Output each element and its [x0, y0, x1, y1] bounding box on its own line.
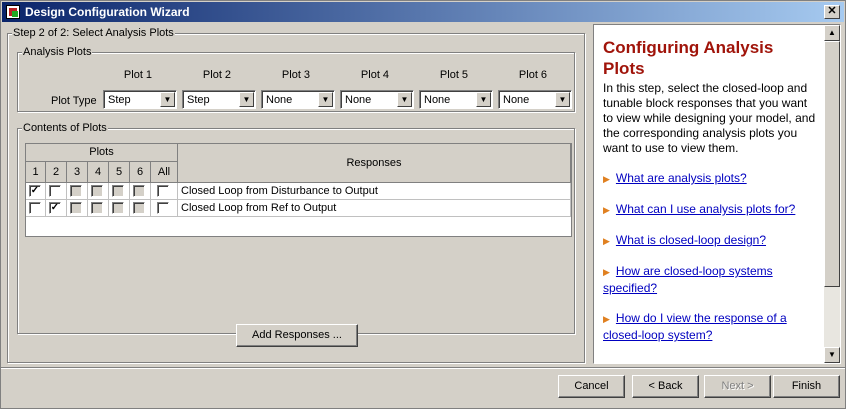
triangle-right-icon: ▶ — [603, 267, 610, 277]
help-link-analysis-plots-uses[interactable]: ▶ What can I use analysis plots for? — [603, 201, 818, 218]
app-icon — [6, 5, 20, 19]
finish-button[interactable]: Finish — [773, 375, 840, 398]
responses-column-header[interactable]: Responses — [178, 144, 571, 183]
wizard-window: Design Configuration Wizard ✕ Step 2 of … — [0, 0, 846, 409]
back-button[interactable]: < Back — [632, 375, 699, 398]
plot-type-select-6[interactable]: None ▼ — [498, 90, 572, 109]
plot-type-value-2: Step — [187, 94, 210, 106]
row-1-all-checkbox[interactable] — [157, 185, 169, 197]
scroll-down-icon[interactable]: ▼ — [824, 347, 840, 363]
row-2-response[interactable]: Closed Loop from Ref to Output — [181, 202, 336, 214]
row-1-plot-1-checkbox[interactable]: ✓ — [29, 185, 41, 197]
contents-of-plots-title: Contents of Plots — [22, 122, 108, 134]
help-link-closed-loop-specified[interactable]: ▶ How are closed-loop systems specified? — [603, 263, 818, 296]
row-2-plot-5-checkbox — [112, 202, 124, 214]
step-title: Step 2 of 2: Select Analysis Plots — [12, 27, 175, 39]
help-content: Configuring Analysis Plots In this step,… — [603, 37, 818, 343]
plot-header-2: Plot 2 — [202, 69, 232, 81]
chevron-down-icon[interactable]: ▼ — [160, 92, 175, 107]
triangle-right-icon: ▶ — [603, 236, 610, 246]
plot-type-value-1: Step — [108, 94, 131, 106]
row-2-plot-4-checkbox — [91, 202, 103, 214]
add-responses-button[interactable]: Add Responses ... — [236, 324, 358, 347]
plot-type-label: Plot Type — [51, 95, 97, 107]
help-title: Configuring Analysis Plots — [603, 38, 774, 78]
chevron-down-icon[interactable]: ▼ — [239, 92, 254, 107]
row-2-plot-3-checkbox — [70, 202, 82, 214]
plot-type-select-2[interactable]: Step ▼ — [182, 90, 256, 109]
plot-header-6: Plot 6 — [518, 69, 548, 81]
column-header-plot-4[interactable]: 4 — [88, 162, 109, 183]
chevron-down-icon[interactable]: ▼ — [476, 92, 491, 107]
help-scrollbar[interactable]: ▲ ▼ — [824, 25, 840, 363]
window-title: Design Configuration Wizard — [25, 5, 190, 19]
responses-table: Plots Responses 1 2 3 4 5 6 All ✓ Closed… — [25, 143, 572, 237]
column-header-plot-1[interactable]: 1 — [26, 162, 46, 183]
triangle-right-icon: ▶ — [603, 174, 610, 184]
column-header-all[interactable]: All — [151, 162, 178, 183]
row-1-plot-6-checkbox — [133, 185, 145, 197]
row-2-plot-6-checkbox — [133, 202, 145, 214]
plot-header-4: Plot 4 — [360, 69, 390, 81]
row-2-plot-1-checkbox[interactable] — [29, 202, 41, 214]
column-header-plot-2[interactable]: 2 — [46, 162, 67, 183]
row-1-response[interactable]: Closed Loop from Disturbance to Output — [181, 185, 378, 197]
scroll-up-icon[interactable]: ▲ — [824, 25, 840, 41]
row-1-plot-4-checkbox — [91, 185, 103, 197]
triangle-right-icon: ▶ — [603, 205, 610, 215]
plot-header-1: Plot 1 — [123, 69, 153, 81]
help-link-closed-loop-design[interactable]: ▶ What is closed-loop design? — [603, 232, 818, 249]
title-bar[interactable]: Design Configuration Wizard ✕ — [2, 2, 844, 22]
plot-type-value-5: None — [424, 94, 451, 106]
plot-type-select-4[interactable]: None ▼ — [340, 90, 414, 109]
plot-type-value-3: None — [266, 94, 293, 106]
column-header-plot-6[interactable]: 6 — [130, 162, 151, 183]
plot-type-select-3[interactable]: None ▼ — [261, 90, 335, 109]
column-header-plot-3[interactable]: 3 — [67, 162, 88, 183]
next-button: Next > — [704, 375, 771, 398]
plot-type-value-4: None — [345, 94, 372, 106]
chevron-down-icon[interactable]: ▼ — [397, 92, 412, 107]
wizard-step-panel: Step 2 of 2: Select Analysis Plots Analy… — [5, 24, 587, 364]
help-link-analysis-plots[interactable]: ▶ What are analysis plots? — [603, 170, 818, 187]
plot-header-3: Plot 3 — [281, 69, 311, 81]
plot-type-select-5[interactable]: None ▼ — [419, 90, 493, 109]
close-button[interactable]: ✕ — [824, 5, 840, 19]
row-1-plot-2-checkbox[interactable] — [49, 185, 61, 197]
row-1-plot-5-checkbox — [112, 185, 124, 197]
column-header-plot-5[interactable]: 5 — [109, 162, 130, 183]
help-link-view-response[interactable]: ▶ How do I view the response of a closed-… — [603, 310, 818, 343]
plot-type-select-1[interactable]: Step ▼ — [103, 90, 177, 109]
plot-header-5: Plot 5 — [439, 69, 469, 81]
chevron-down-icon[interactable]: ▼ — [318, 92, 333, 107]
triangle-right-icon: ▶ — [603, 314, 610, 324]
cancel-button[interactable]: Cancel — [558, 375, 625, 398]
footer-divider — [1, 367, 845, 369]
help-body: In this step, select the closed-loop and… — [603, 81, 816, 155]
plots-column-group-header: Plots — [26, 144, 178, 162]
row-2-plot-2-checkbox[interactable]: ✓ — [49, 202, 61, 214]
scrollbar-thumb[interactable] — [824, 41, 840, 287]
help-panel: Configuring Analysis Plots In this step,… — [593, 24, 841, 364]
row-2-all-checkbox[interactable] — [157, 202, 169, 214]
chevron-down-icon[interactable]: ▼ — [555, 92, 570, 107]
row-1-plot-3-checkbox — [70, 185, 82, 197]
analysis-plots-title: Analysis Plots — [22, 46, 93, 58]
plot-type-value-6: None — [503, 94, 530, 106]
